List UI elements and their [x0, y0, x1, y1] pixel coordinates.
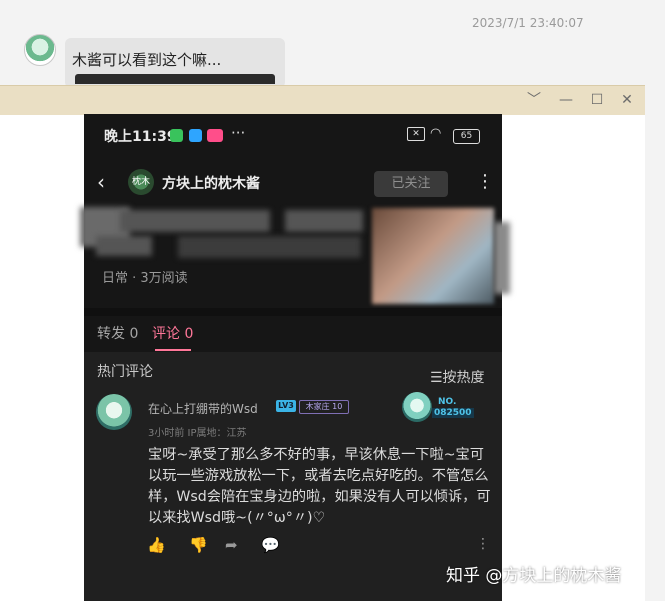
message-text: 木酱可以看到这个嘛...	[72, 51, 222, 69]
wechat-icon	[170, 129, 183, 142]
dislike-icon[interactable]: 👎	[189, 536, 208, 554]
fan-badge: 木家庄 10	[299, 400, 349, 414]
author-avatar[interactable]: 枕木	[128, 169, 154, 195]
image-preview-strip[interactable]	[75, 74, 275, 84]
more-notifications-icon: ···	[231, 124, 246, 142]
post-meta: 日常 · 3万阅读	[102, 271, 188, 286]
comment-text: 宝呀~承受了那么多不好的事，早该休息一下啦~宝可以玩一些游戏放松一下，或者去吃点…	[148, 447, 491, 526]
tab-comment[interactable]: 评论 0	[152, 323, 193, 343]
commenter-avatar[interactable]	[96, 394, 132, 430]
badge-no-label: NO.	[438, 397, 457, 407]
like-icon[interactable]: 👍	[147, 536, 166, 554]
hot-comments-title: 热门评论	[97, 364, 153, 380]
minimize-button[interactable]: —	[556, 90, 576, 110]
follow-button[interactable]: 已关注	[374, 171, 448, 197]
badge-figure	[402, 392, 432, 422]
post-thumbnail[interactable]	[372, 208, 494, 304]
status-time: 晚上11:39	[104, 129, 177, 145]
sort-by-hot-button[interactable]: ☰按热度	[430, 367, 485, 387]
blurred-title	[120, 210, 270, 232]
blurred-title	[178, 236, 361, 258]
message-timestamp: 2023/7/1 23:40:07	[472, 16, 584, 30]
back-arrow-icon[interactable]: ‹	[97, 170, 105, 194]
blurred-title	[96, 236, 152, 256]
blurred-title	[285, 210, 363, 232]
level-badge: LV3	[276, 400, 296, 412]
more-menu-icon[interactable]: ⋮	[476, 171, 494, 192]
badge-number: 082500	[432, 408, 474, 418]
close-button[interactable]: ✕	[617, 90, 637, 110]
author-name[interactable]: 方块上的枕木酱	[162, 173, 260, 193]
app-icon	[189, 129, 202, 142]
viewer-title-bar[interactable]	[0, 85, 645, 115]
battery-icon: 65	[453, 129, 480, 144]
comment-time-location: 3小时前 IP属地：江苏	[148, 428, 247, 439]
maximize-button[interactable]: ☐	[587, 90, 607, 110]
wifi-icon: ◠	[430, 126, 442, 141]
zhihu-watermark: 知乎 @方块上的枕木酱	[446, 566, 622, 586]
divider	[84, 308, 502, 316]
sim-icon: ✕	[407, 127, 425, 141]
active-tab-indicator	[155, 349, 191, 351]
blurred-edge	[494, 222, 510, 294]
app-icon	[207, 129, 223, 142]
sender-avatar[interactable]	[24, 34, 56, 66]
tab-repost[interactable]: 转发 0	[97, 323, 138, 343]
commenter-name[interactable]: 在心上打绷带的Wsd	[148, 400, 258, 417]
reply-icon[interactable]: 💬	[261, 536, 280, 554]
comment-more-icon[interactable]: ⋮	[476, 536, 490, 552]
share-icon[interactable]: ➦	[225, 536, 238, 554]
chevron-down-icon[interactable]: ﹀	[524, 90, 544, 110]
